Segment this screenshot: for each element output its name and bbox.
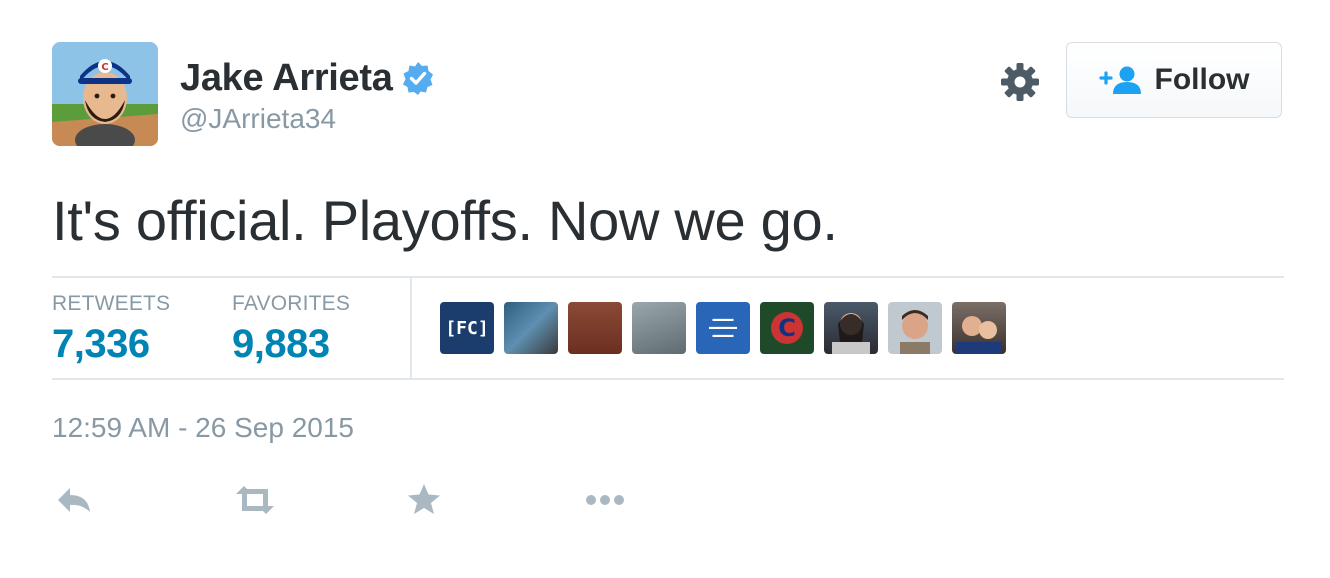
retweets-label: RETWEETS <box>52 292 171 315</box>
favoriters-list: [FC] ▬▬▬ ▬▬▬▬ ▬▬▬ C <box>440 302 1016 354</box>
favoriter-avatar-8[interactable] <box>888 302 942 354</box>
user-photo-icon <box>824 302 878 354</box>
favoriter-avatar-1[interactable]: [FC] <box>440 302 494 354</box>
favorites-label: FAVORITES <box>232 292 351 315</box>
favorites-count: 9,883 <box>232 322 330 366</box>
user-photo-icon <box>888 302 942 354</box>
add-user-icon <box>1098 66 1141 94</box>
favoriter-avatar-2[interactable] <box>504 302 558 354</box>
user-name[interactable]: Jake Arrieta <box>180 56 393 100</box>
user-header: Jake Arrieta @JArrieta34 <box>180 56 435 136</box>
svg-text:C: C <box>101 62 108 73</box>
favoriter-avatar-3[interactable] <box>568 302 622 354</box>
quote-poster-icon: ▬▬▬ ▬▬▬▬ ▬▬▬ <box>709 316 737 339</box>
retweets-count: 7,336 <box>52 322 150 366</box>
fantasy-cruncher-logo: [FC] <box>445 317 489 339</box>
follow-label: Follow <box>1154 63 1250 96</box>
user-avatar[interactable]: C <box>52 42 158 146</box>
cubs-logo-letter: C <box>778 314 796 342</box>
favorites-stat[interactable]: FAVORITES 9,883 <box>232 292 350 367</box>
verified-badge-icon <box>401 61 435 95</box>
tweet-timestamp[interactable]: 12:59 AM - 26 Sep 2015 <box>52 412 354 444</box>
tweet-stats: RETWEETS 7,336 FAVORITES 9,883 [FC] ▬▬▬ ▬… <box>52 276 1284 380</box>
favoriter-avatar-7[interactable] <box>824 302 878 354</box>
user-photo-icon <box>952 302 1006 354</box>
gear-icon[interactable] <box>998 60 1042 104</box>
retweet-icon[interactable] <box>232 478 278 527</box>
retweets-stat[interactable]: RETWEETS 7,336 <box>52 292 170 367</box>
favoriter-avatar-9[interactable] <box>952 302 1006 354</box>
more-icon[interactable] <box>582 478 628 527</box>
cartoon-baseball-player-avatar: C <box>52 42 158 146</box>
tweet-text: It's official. Playoffs. Now we go. <box>52 189 838 252</box>
stats-divider <box>410 278 412 378</box>
favoriter-avatar-6[interactable]: C <box>760 302 814 354</box>
favoriter-avatar-4[interactable] <box>632 302 686 354</box>
user-handle[interactable]: @JArrieta34 <box>180 102 435 136</box>
reply-icon[interactable] <box>54 478 94 527</box>
follow-button[interactable]: Follow <box>1066 42 1282 118</box>
favoriter-avatar-5[interactable]: ▬▬▬ ▬▬▬▬ ▬▬▬ <box>696 302 750 354</box>
cubs-logo: C <box>760 302 814 354</box>
star-icon[interactable] <box>406 478 442 527</box>
